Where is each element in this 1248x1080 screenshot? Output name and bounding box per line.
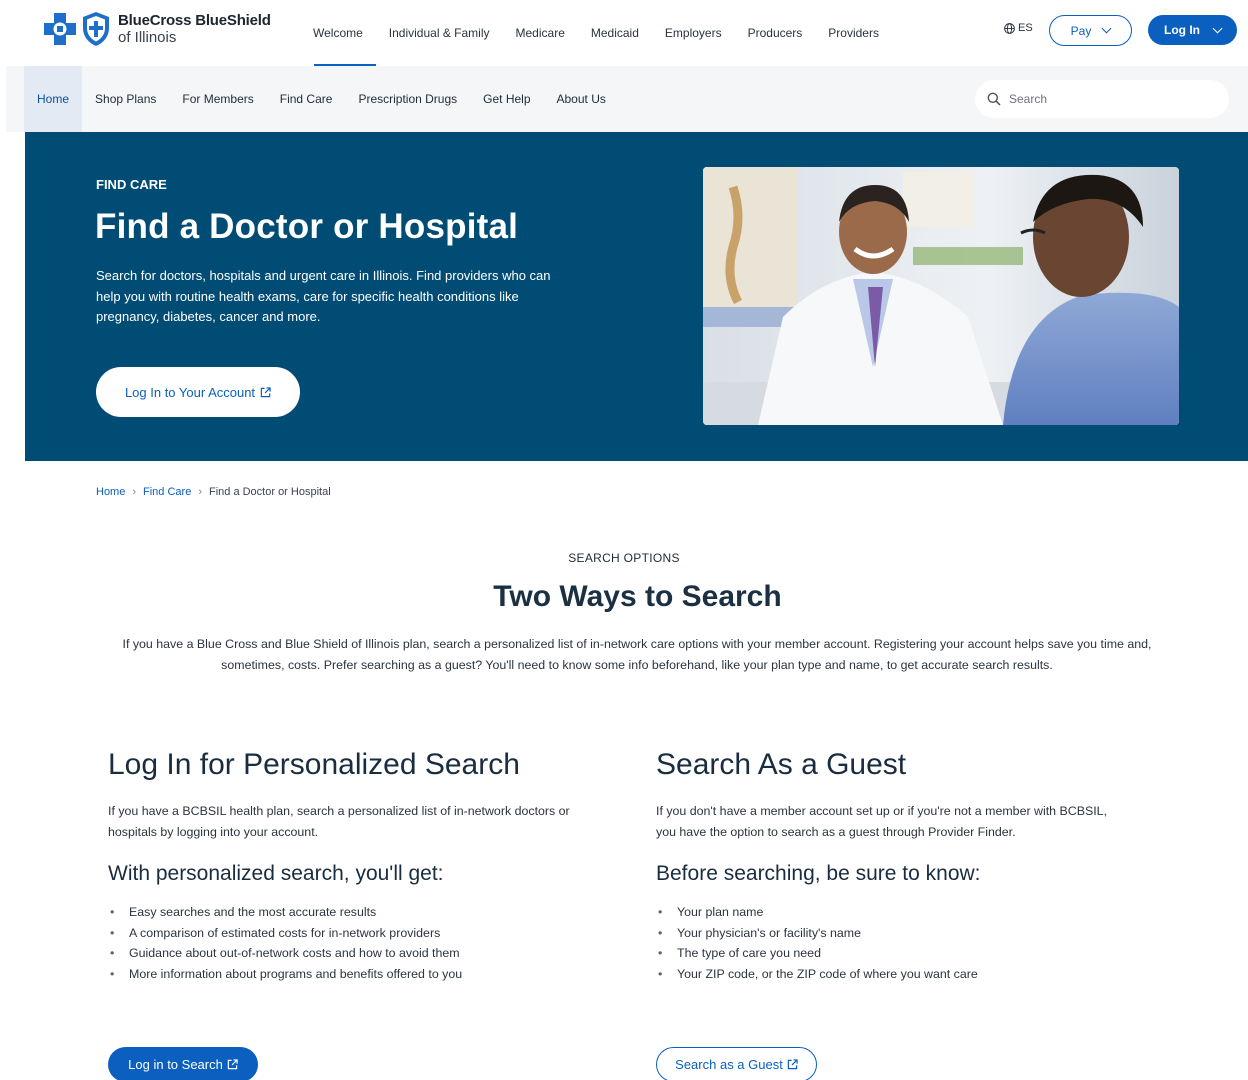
breadcrumb-separator: › [132,486,137,498]
main-nav-find-care[interactable]: Find Care [267,66,346,132]
pay-label: Pay [1070,23,1092,38]
main-nav-for-members[interactable]: For Members [169,66,266,132]
guest-search-title: Search As a Guest [656,748,907,781]
top-bar: BlueCross BlueShield of Illinois Welcome… [0,0,1248,66]
list-item: A comparison of estimated costs for in-n… [108,923,608,944]
chevron-down-icon [1101,23,1112,34]
section-eyebrow: SEARCH OPTIONS [568,551,680,565]
list-item: The type of care you need [656,943,1156,964]
personalized-search-title: Log In for Personalized Search [108,748,520,781]
brand-state: of Illinois [118,29,177,46]
language-toggle[interactable]: ES [1004,22,1033,34]
brand-logo[interactable]: BlueCross BlueShield of Illinois [42,9,271,49]
list-item: Your plan name [656,902,1156,923]
main-nav: Home Shop Plans For Members Find Care Pr… [6,66,1248,132]
breadcrumb-separator: › [198,486,202,498]
language-label: ES [1018,22,1033,34]
util-nav-providers[interactable]: Providers [815,0,892,66]
login-to-account-button[interactable]: Log In to Your Account [96,367,300,417]
hero-eyebrow: FIND CARE [96,177,167,192]
login-button[interactable]: Log In [1148,15,1237,45]
list-item: Your ZIP code, or the ZIP code of where … [656,964,1156,985]
blue-cross-icon [44,13,76,45]
breadcrumb-home[interactable]: Home [96,486,125,498]
search-icon [987,92,1001,106]
guest-search-section: Search As a Guest If you don't have a me… [656,748,1156,984]
chevron-down-icon [1212,23,1223,33]
personalized-benefits-list: Easy searches and the most accurate resu… [108,902,608,984]
globe-icon [1004,22,1015,34]
main-nav-get-help[interactable]: Get Help [470,66,543,132]
search-as-guest-button[interactable]: Search as a Guest [656,1047,817,1080]
section-title: Two Ways to Search [493,580,782,613]
pay-button[interactable]: Pay [1049,15,1132,46]
guest-search-subtitle: Before searching, be sure to know: [656,862,981,885]
login-to-search-label: Log in to Search [128,1057,223,1072]
main-nav-about-us[interactable]: About Us [544,66,619,132]
breadcrumb: Home › Find Care › Find a Doctor or Hosp… [96,486,331,498]
guest-search-text: If you don't have a member account set u… [656,804,1108,839]
main-nav-prescription-drugs[interactable]: Prescription Drugs [345,66,470,132]
hero-description: Search for doctors, hospitals and urgent… [96,268,551,324]
doctor-patient-photo [703,167,1179,425]
breadcrumb-current: Find a Doctor or Hospital [208,486,331,498]
util-nav-welcome[interactable]: Welcome [300,0,376,66]
external-link-icon [227,1059,238,1070]
brand-name: BlueCross BlueShield [118,12,271,29]
page-title: Find a Doctor or Hospital [95,207,519,246]
hero-button-label: Log In to Your Account [124,384,256,400]
util-nav-producers[interactable]: Producers [735,0,816,66]
list-item: More information about programs and bene… [108,964,608,985]
personalized-search-section: Log In for Personalized Search If you ha… [108,748,608,984]
utility-nav: Welcome Individual & Family Medicare Med… [300,0,892,66]
external-link-icon [787,1059,798,1070]
list-item: Guidance about out-of-network costs and … [108,943,608,964]
section-intro: If you have a Blue Cross and Blue Shield… [122,637,1152,672]
breadcrumb-find-care[interactable]: Find Care [143,486,191,498]
login-label: Log In [1164,23,1200,37]
search-as-guest-label: Search as a Guest [675,1057,783,1072]
external-link-icon [260,386,271,397]
personalized-search-subtitle: With personalized search, you'll get: [108,862,444,885]
list-item: Your physician's or facility's name [656,923,1156,944]
login-to-search-button[interactable]: Log in to Search [108,1047,258,1080]
util-nav-medicaid[interactable]: Medicaid [578,0,652,66]
search-box[interactable] [975,80,1229,118]
blue-shield-icon [83,12,109,46]
search-input[interactable] [1009,92,1209,106]
guest-requirements-list: Your plan name Your physician's or facil… [656,902,1156,984]
util-nav-individual-family[interactable]: Individual & Family [376,0,503,66]
main-nav-home[interactable]: Home [24,66,83,132]
util-nav-employers[interactable]: Employers [652,0,735,66]
util-nav-medicare[interactable]: Medicare [503,0,578,66]
hero-banner: FIND CARE Find a Doctor or Hospital Sear… [25,132,1248,461]
personalized-search-text: If you have a BCBSIL health plan, search… [108,804,570,839]
main-nav-shop-plans[interactable]: Shop Plans [82,66,169,132]
list-item: Easy searches and the most accurate resu… [108,902,608,923]
